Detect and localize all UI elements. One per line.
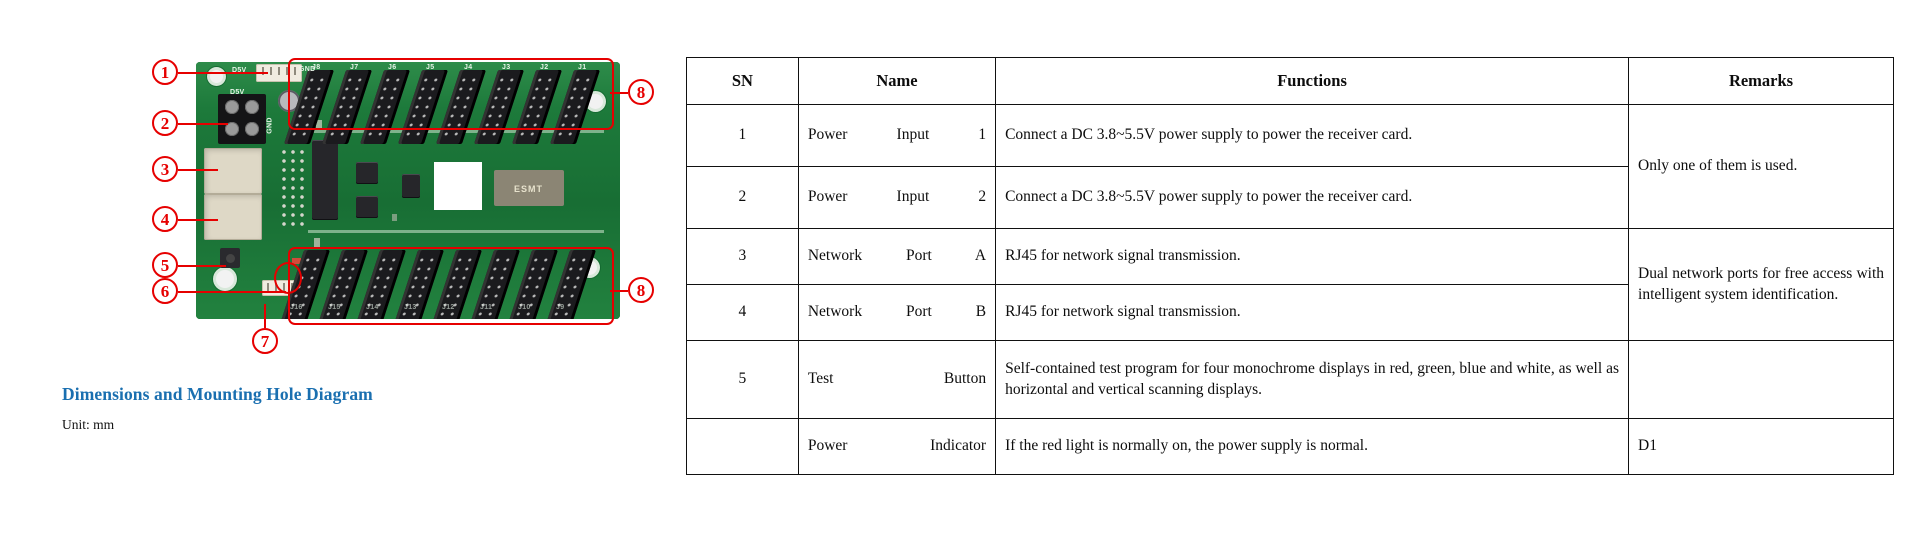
receiver-card-diagram-panel: D5V D5V GND GND ESMT J8 J7 J6 J5 J4 J3 J… [0,0,680,534]
unit-note: Unit: mm [62,417,115,432]
highlight-top-connector-bank [288,58,614,130]
callout-2: 2 [152,110,178,136]
cell-func-2: Connect a DC 3.8~5.5V power supply to po… [995,166,1630,229]
callout-6: 6 [152,278,178,304]
leader-line-2 [178,123,228,125]
small-soic [402,174,420,198]
table-row: Power Indicator If the red light is norm… [686,418,1894,475]
fpga-chip [356,162,378,184]
cell-remarks-6: D1 [1628,418,1894,475]
cell-func-1: Connect a DC 3.8~5.5V power supply to po… [995,104,1630,167]
cell-func-5: Self-contained test program for four mon… [995,340,1630,419]
cell-sn-5: 5 [686,340,799,419]
silk-label-gnd-side: GND [266,117,274,134]
cell-name-2: Power Input 2 [797,166,997,229]
callout-4: 4 [152,206,178,232]
cell-sn-6 [686,418,799,475]
leader-line-5 [178,265,226,267]
callout-7: 7 [252,328,278,354]
label-sticker [434,162,482,210]
cell-sn-4: 4 [686,284,799,341]
pin-header-block [280,148,306,228]
silk-label-esmt: ESMT [514,184,544,194]
cell-func-3: RJ45 for network signal transmission. [995,228,1630,285]
table-row: 3 Network Port A RJ45 for network signal… [686,228,1894,341]
section-heading-dimensions: Dimensions and Mounting Hole Diagram [62,384,373,404]
cell-name-4: Network Port B [797,284,997,341]
table-row: 1 Power Input 1 Connect a DC 3.8~5.5V po… [686,104,1894,229]
callout-8-top: 8 [628,79,654,105]
cell-func-6: If the red light is normally on, the pow… [995,418,1630,475]
cell-name-6: Power Indicator [797,418,997,475]
interface-spec-table: SN Name Functions Remarks 1 Power Input … [686,57,1894,475]
cell-sn-3: 3 [686,228,799,285]
cell-remarks-3: Dual network ports for free access with … [1628,228,1894,341]
smd-pad-row-mid [392,214,572,221]
callout-5: 5 [152,252,178,278]
cell-sn-1: 1 [686,104,799,167]
column-header-functions: Functions [995,57,1630,105]
callout-8-bottom: 8 [628,277,654,303]
highlight-bottom-connector-bank [288,247,614,325]
cell-sn-2: 2 [686,166,799,229]
table-row: 5 Test Button Self-contained test progra… [686,340,1894,419]
leader-line-6 [178,291,286,293]
cell-name-5: Test Button [797,340,997,419]
silk-trace-bottom [308,230,604,233]
cell-name-3: Network Port A [797,228,997,285]
callout-3: 3 [152,156,178,182]
driver-chip [356,196,378,218]
highlight-power-indicator [274,262,302,294]
cell-remarks-1: Only one of them is used. [1628,104,1894,229]
cell-remarks-5 [1628,340,1894,419]
main-ic-large [312,140,338,220]
callout-1: 1 [152,59,178,85]
column-header-name: Name [797,57,997,105]
leader-line-1 [178,72,268,74]
leader-line-4 [178,219,218,221]
cell-func-4: RJ45 for network signal transmission. [995,284,1630,341]
leader-line-3 [178,169,218,171]
interface-spec-table-wrapper: SN Name Functions Remarks 1 Power Input … [686,57,1894,475]
column-header-remarks: Remarks [1628,57,1894,105]
table-header-row: SN Name Functions Remarks [686,57,1894,105]
column-header-sn: SN [686,57,799,105]
network-port-b-rj45 [204,194,262,240]
mounting-hole-bottom-left [216,270,234,288]
silk-label-d5v-bottom: D5V [230,89,245,96]
network-port-a-rj45 [204,148,262,194]
power-input-2-terminal [218,94,266,144]
leader-line-7-vertical [264,304,266,328]
cell-name-1: Power Input 1 [797,104,997,167]
